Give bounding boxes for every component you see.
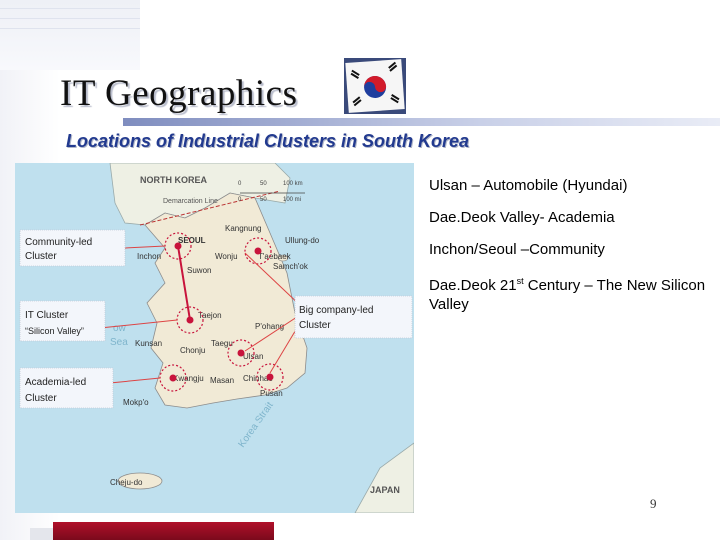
scale-km-50: 50 [260,181,267,187]
marker-pusan [266,373,274,381]
decor-line [0,8,140,9]
city-ullung: Ullung-do [285,236,320,245]
slide-title: IT Geographics [60,73,298,114]
city-pusan: Pusan [260,389,283,398]
city-mokpo: Mokp'o [123,398,149,407]
city-kunsan: Kunsan [135,339,162,348]
map-label-north-korea: NORTH KOREA [140,175,207,185]
bullet-item: Inchon/Seoul –Community [429,241,605,258]
bullet-item: Dae.Deok 21st Century – The New Silicon … [429,272,714,314]
marker-ulsan [237,349,245,357]
callout-it-line2: “Silicon Valley” [25,326,84,336]
decor-line [0,28,140,29]
page-number: 9 [650,496,657,511]
city-seoul: SEOUL [178,236,206,245]
callout-big-line2: Cluster [299,320,331,331]
bullet-list: Ulsan – Automobile (Hyundai) Dae.Deok Va… [429,176,714,327]
city-wonju: Wonju [215,252,238,261]
footer-gray-bar [30,528,53,540]
city-suwon: Suwon [187,266,211,275]
scale-km-100: 100 km [283,181,303,187]
map-label-demarcation: Demarcation Line [163,198,218,205]
callout-community-line1: Community-led [25,237,92,248]
city-samchok: Samch'ok [273,262,309,271]
city-pohang: P'ohang [255,322,284,331]
slide-subtitle: Locations of Industrial Clusters in Sout… [66,131,470,151]
map-label-sea-fragment: ow [113,323,127,334]
city-taebaek: T'aebaek [258,252,292,261]
callout-academia: Academia-led Cluster [19,367,114,409]
city-taejon: Taejon [198,311,222,320]
callout-academia-line1: Academia-led [25,377,86,388]
bullet-text-prefix: Dae.Deok 21 [429,277,517,294]
callout-community: Community-led Cluster [19,229,126,267]
map-label-japan: JAPAN [370,485,400,495]
title-underline [123,118,720,126]
callout-community-line2: Cluster [25,251,57,262]
bullet-item: Ulsan – Automobile (Hyundai) [429,177,628,194]
decor-top-band [0,0,140,70]
callout-academia-line2: Cluster [25,393,57,404]
callout-it-line1: IT Cluster [25,310,69,321]
bullet-item: Dae.Deok Valley- Academia [429,209,615,226]
city-kangnung: Kangnung [225,224,261,233]
marker-kwangju [169,374,177,382]
city-ulsan: Ulsan [243,352,263,361]
city-masan: Masan [210,376,234,385]
bullet-text-sup: st [516,276,524,286]
city-taegu: Taegu [211,339,233,348]
callout-big-company: Big company-led Cluster [294,295,413,339]
city-cheju: Cheju-do [110,478,143,487]
city-inchon: Inchon [137,252,161,261]
callout-big-line1: Big company-led [299,305,373,316]
korean-flag-icon [344,58,406,114]
callout-it: IT Cluster “Silicon Valley” [19,300,106,342]
city-kwangju: Kwangju [173,374,204,383]
city-chonju: Chonju [180,346,205,355]
footer-red-bar [53,522,274,540]
scale-mi-100: 100 mi [283,197,301,203]
decor-line [0,18,140,19]
korea-cluster-map: NORTH KOREA Demarcation Line JAPAN Sea o… [15,163,414,513]
marker-samchok [254,247,262,255]
scale-mi-50: 50 [260,197,267,203]
map-label-sea: Sea [110,337,128,348]
